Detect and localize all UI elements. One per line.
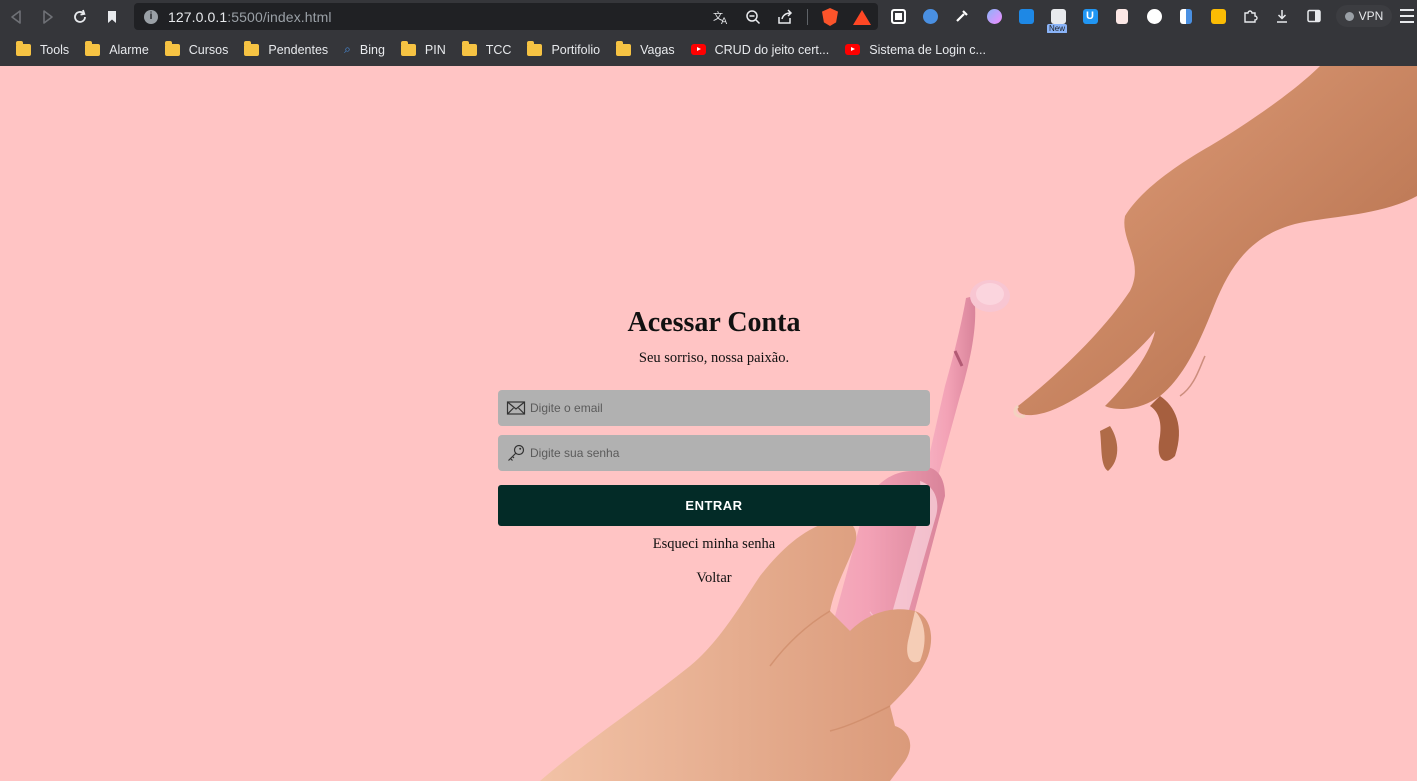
bookmark-item[interactable]: Tools xyxy=(8,37,77,63)
folder-icon xyxy=(616,40,632,56)
bookmark-label: Sistema de Login c... xyxy=(869,42,986,57)
login-page: GOBY Acessar Conta Seu sorriso, nossa pa… xyxy=(0,66,1417,781)
forgot-password-link[interactable]: Esqueci minha senha xyxy=(498,536,930,553)
login-title: Acessar Conta xyxy=(627,307,801,338)
extension-palette-icon[interactable] xyxy=(982,5,1006,27)
triangle-left-icon xyxy=(11,9,21,24)
bookmarks-bar: Tools Alarme Cursos Pendentes ⌕ Bing PIN TCC Por… xyxy=(0,33,1417,66)
separator xyxy=(807,9,808,25)
url-host: 127.0.0.1 xyxy=(168,8,228,25)
bookmark-item[interactable]: Pendentes xyxy=(236,37,336,63)
bookmark-item[interactable]: Alarme xyxy=(77,37,157,63)
vpn-status-icon xyxy=(1344,11,1354,21)
address-bar[interactable]: i 127.0.0.1:5500/index.html 文A xyxy=(134,3,878,30)
back-button[interactable] xyxy=(0,2,32,32)
download-icon[interactable] xyxy=(1270,5,1294,27)
bookmark-label: Bing xyxy=(359,42,385,57)
bookmark-item[interactable]: CRUD do jeito cert... xyxy=(683,37,838,63)
zoom-out-icon[interactable] xyxy=(743,7,763,27)
back-link[interactable]: Voltar xyxy=(498,570,930,587)
menu-icon[interactable] xyxy=(1400,9,1414,23)
share-icon[interactable] xyxy=(775,7,795,27)
bookmark-label: CRUD do jeito cert... xyxy=(714,42,830,57)
translate-icon[interactable]: 文A xyxy=(711,7,731,27)
vpn-button[interactable]: VPN xyxy=(1336,5,1392,27)
password-field[interactable] xyxy=(498,435,930,471)
extension-document-icon[interactable] xyxy=(1110,5,1134,27)
folder-icon xyxy=(527,40,543,56)
sidebar-toggle-icon[interactable] xyxy=(1302,5,1326,27)
folder-icon xyxy=(461,40,477,56)
extension-circle-icon[interactable] xyxy=(1142,5,1166,27)
bookmark-item[interactable]: PIN xyxy=(393,37,454,63)
bookmark-item[interactable]: Sistema de Login c... xyxy=(837,37,994,63)
brave-rewards-icon[interactable] xyxy=(852,7,872,27)
bookmark-label: Vagas xyxy=(640,42,675,57)
triangle-right-icon xyxy=(43,9,53,24)
extension-edit-icon[interactable] xyxy=(886,5,910,27)
enter-button[interactable]: ENTRAR xyxy=(498,485,930,526)
bookmark-item[interactable]: Vagas xyxy=(608,37,683,63)
extension-video-icon[interactable] xyxy=(1014,5,1038,27)
key-icon xyxy=(508,444,525,461)
hand-top-right xyxy=(1013,66,1417,471)
brave-shields-icon[interactable] xyxy=(820,7,840,27)
login-form: Acessar Conta Seu sorriso, nossa paixão.… xyxy=(498,306,930,587)
bookmark-item[interactable]: Cursos xyxy=(157,37,237,63)
eyedropper-icon[interactable] xyxy=(950,5,974,27)
extension-docs-icon[interactable] xyxy=(1174,5,1198,27)
reload-icon xyxy=(74,9,86,23)
extension-new-icon[interactable]: New xyxy=(1046,5,1070,34)
extension-alarm-icon[interactable] xyxy=(918,5,942,27)
email-field[interactable] xyxy=(498,390,930,426)
folder-icon xyxy=(400,40,416,56)
extension-keep-icon[interactable] xyxy=(1206,5,1230,27)
extension-u-icon[interactable]: U xyxy=(1078,5,1102,27)
bookmark-label: Alarme xyxy=(109,42,149,57)
login-subtitle: Seu sorriso, nossa paixão. xyxy=(638,350,790,366)
puzzle-icon[interactable] xyxy=(1238,5,1262,27)
search-icon: ⌕ xyxy=(344,42,351,56)
vpn-label: VPN xyxy=(1358,9,1384,23)
folder-icon xyxy=(164,40,180,56)
browser-toolbar: i 127.0.0.1:5500/index.html 文A New U VPN xyxy=(0,0,1417,34)
bookmark-label: Tools xyxy=(40,42,70,57)
folder-icon xyxy=(85,40,101,56)
bookmark-item[interactable]: TCC xyxy=(454,37,520,63)
folder-icon xyxy=(16,40,31,56)
bookmark-icon xyxy=(108,10,116,23)
forward-button[interactable] xyxy=(32,2,64,32)
youtube-icon xyxy=(845,44,861,55)
bookmark-item[interactable]: ⌕ Bing xyxy=(336,37,393,63)
password-input[interactable] xyxy=(530,446,910,460)
envelope-icon xyxy=(506,401,526,415)
reload-button[interactable] xyxy=(64,2,96,32)
url-text: 127.0.0.1:5500/index.html xyxy=(168,9,332,25)
url-path: :5500/index.html xyxy=(227,8,332,25)
svg-text:A: A xyxy=(721,17,728,25)
bookmark-label: Pendentes xyxy=(268,42,329,57)
bookmark-button[interactable] xyxy=(96,2,128,32)
bookmark-label: Portifolio xyxy=(551,42,601,57)
bookmark-label: PIN xyxy=(424,42,446,57)
folder-icon xyxy=(244,40,260,56)
email-input[interactable] xyxy=(530,401,910,415)
bookmark-item[interactable]: Portifolio xyxy=(519,37,608,63)
bookmark-label: TCC xyxy=(485,42,512,57)
info-icon[interactable]: i xyxy=(144,9,158,24)
extensions-area: New U xyxy=(886,5,1326,34)
youtube-icon xyxy=(690,44,706,55)
bookmark-label: Cursos xyxy=(188,42,229,57)
